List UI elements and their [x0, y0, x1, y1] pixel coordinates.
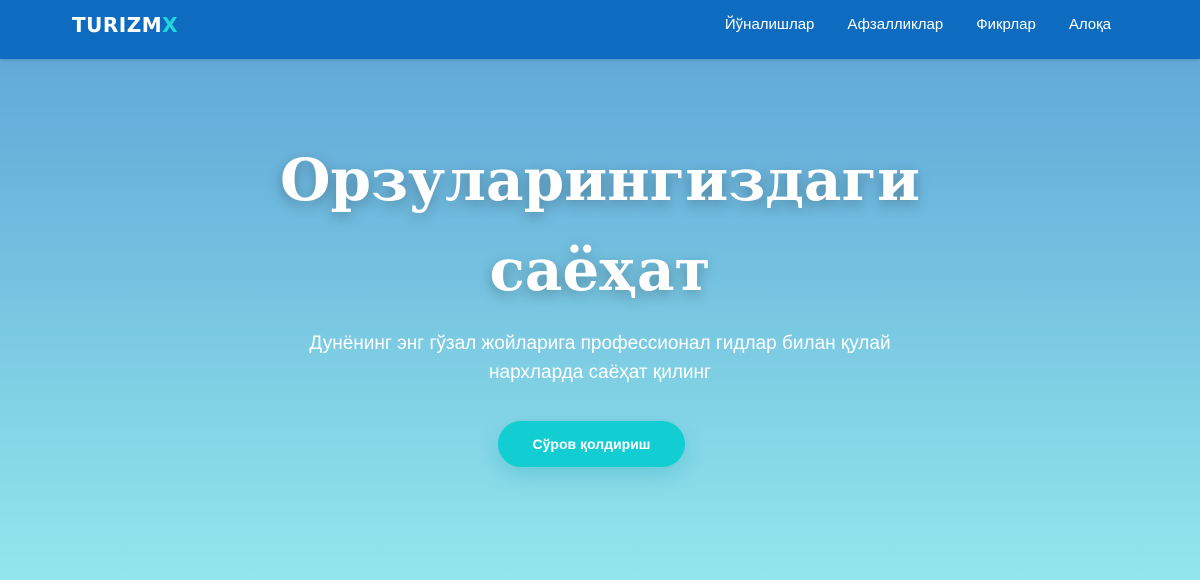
logo-text: TURIZM: [72, 13, 163, 37]
hero-title-line-1: Орзуларингиздаги: [279, 146, 921, 214]
nav-link-contact[interactable]: Алоқа: [1069, 16, 1111, 33]
hero-title-line-2: саёҳат: [489, 235, 711, 304]
nav-link-directions[interactable]: Йўналишлар: [725, 16, 815, 33]
hero-subtitle-line-1: Дунёнинг энг гўзал жойларига профессиона…: [309, 333, 891, 354]
brand-logo[interactable]: TURIZMX: [72, 13, 178, 37]
top-navbar: TURIZMX Йўналишлар Афзалликлар Фикрлар А…: [0, 0, 1200, 59]
hero-title: Орзуларингиздаги саёҳат: [0, 136, 1200, 316]
hero-subtitle: Дунёнинг энг гўзал жойларига профессиона…: [0, 329, 1200, 387]
nav-link-advantages[interactable]: Афзалликлар: [847, 16, 943, 33]
logo-accent-text: X: [162, 13, 179, 37]
main-nav: Йўналишлар Афзалликлар Фикрлар Алоқа: [725, 0, 1111, 48]
hero-subtitle-line-2: нархларда саёҳат қилинг: [489, 362, 711, 383]
request-button[interactable]: Сўров қолдириш: [498, 421, 685, 467]
nav-link-reviews[interactable]: Фикрлар: [976, 16, 1036, 33]
